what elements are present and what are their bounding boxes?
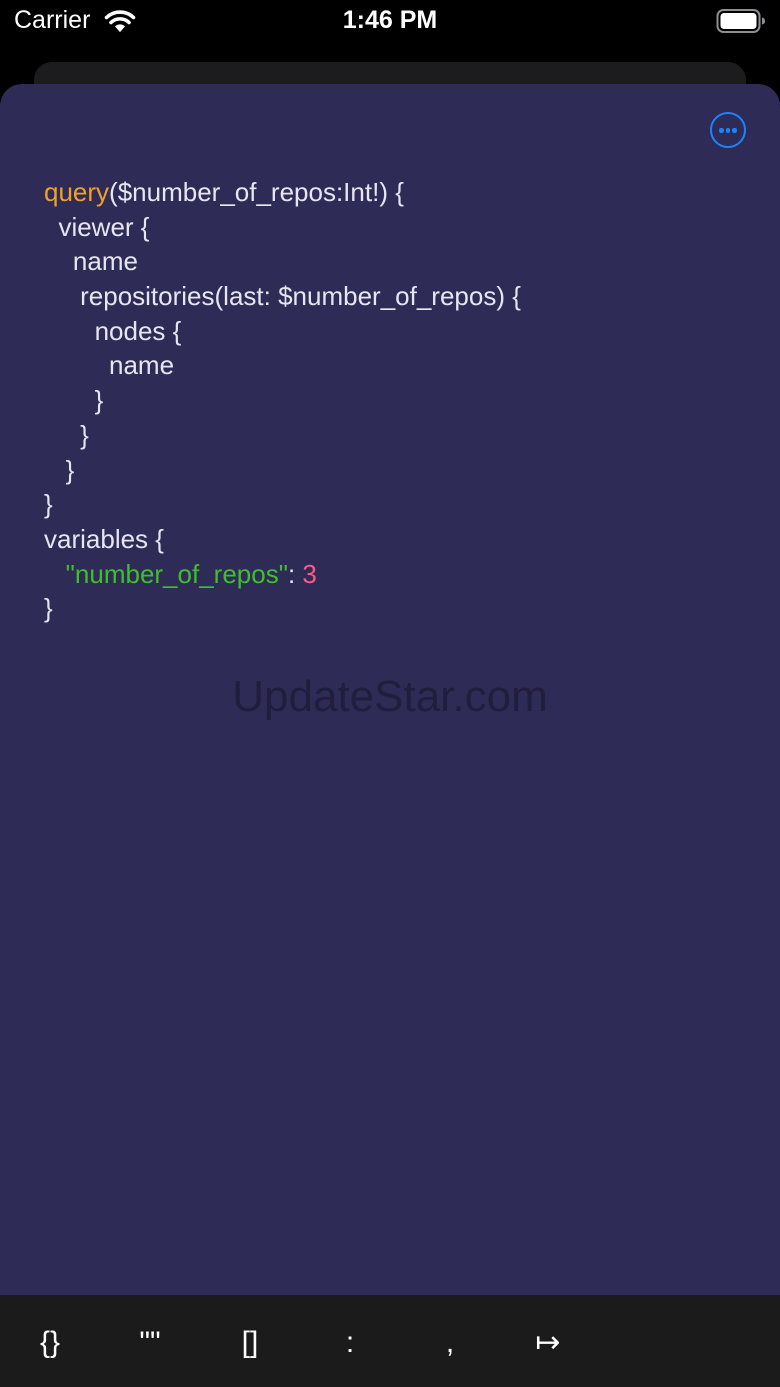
- status-bar: Carrier 1:46 PM: [0, 0, 780, 48]
- code-token: ($number_of_repos:Int!) {: [109, 177, 404, 207]
- braces-key[interactable]: {}: [20, 1318, 80, 1368]
- code-token: name: [44, 350, 175, 381]
- code-line: variables {: [44, 522, 521, 557]
- code-line: name: [44, 348, 521, 383]
- ellipsis-circle-icon: [719, 128, 724, 133]
- code-line: }: [44, 418, 521, 453]
- code-line: }: [44, 591, 521, 626]
- code-token: viewer {: [44, 211, 150, 242]
- code-line: "number_of_repos": 3: [44, 557, 521, 592]
- code-line: }: [44, 487, 521, 522]
- code-line: }: [44, 453, 521, 488]
- keyboard-accessory-bar: [0, 1295, 780, 1387]
- more-options-button[interactable]: [710, 112, 746, 148]
- code-line: query($number_of_repos:Int!) {: [44, 175, 521, 210]
- quotes-key[interactable]: "": [120, 1318, 180, 1368]
- code-token: variables {: [44, 523, 164, 554]
- watermark: UpdateStar.com: [232, 672, 548, 721]
- code-line: nodes {: [44, 314, 521, 349]
- code-token: "number_of_repos": [65, 558, 288, 589]
- screen: Carrier 1:46 PM query($number_of_repos:I…: [0, 0, 780, 1387]
- colon-key[interactable]: :: [320, 1318, 380, 1368]
- code-line: repositories(last: $number_of_repos) {: [44, 279, 521, 314]
- code-token: }: [44, 454, 75, 485]
- code-token: }: [44, 385, 104, 416]
- code-token: repositories(last: $number_of_repos) {: [44, 281, 521, 312]
- code-line: }: [44, 383, 521, 418]
- code-line: viewer {: [44, 210, 521, 245]
- code-editor[interactable]: query($number_of_repos:Int!) { viewer { …: [44, 175, 521, 626]
- ellipsis-dot: [725, 128, 730, 133]
- code-token: }: [44, 593, 53, 624]
- status-time: 1:46 PM: [342, 6, 438, 34]
- code-line: name: [44, 244, 521, 279]
- code-token: }: [44, 419, 89, 450]
- code-token: name: [44, 246, 138, 277]
- code-token: }: [44, 489, 53, 520]
- tab-key[interactable]: ↦: [518, 1318, 578, 1368]
- code-token: 3: [302, 558, 317, 589]
- comma-key[interactable]: ,: [420, 1318, 480, 1368]
- brackets-key[interactable]: []: [220, 1318, 280, 1368]
- battery-icon: [716, 9, 765, 33]
- code-token: query: [44, 177, 110, 207]
- code-token: nodes {: [44, 315, 182, 346]
- ellipsis-dot: [732, 128, 737, 133]
- code-token: :: [287, 558, 303, 589]
